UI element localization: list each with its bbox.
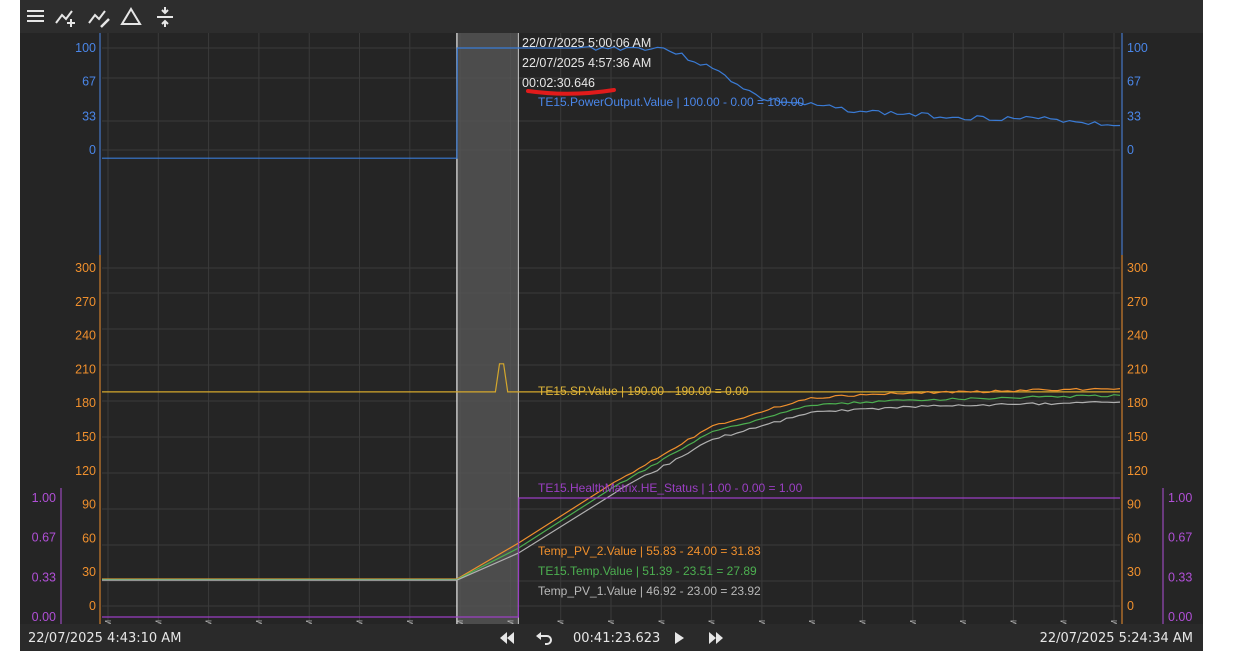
purple-tick-left: 1.00 — [32, 491, 56, 505]
blue-tick-left: 67 — [82, 75, 96, 89]
toolbar — [20, 0, 1203, 33]
orange-tick-right: 180 — [1127, 396, 1148, 410]
orange-tick-right: 0 — [1127, 599, 1134, 613]
orange-tick-left: 300 — [75, 261, 96, 275]
cursor-time-start: 22/07/2025 4:57:36 AM — [522, 56, 651, 70]
blue-tick-left: 100 — [75, 41, 96, 55]
range-end-time: 22/07/2025 5:24:34 AM — [1039, 631, 1193, 646]
blue-tick-right: 100 — [1127, 41, 1148, 55]
cursor-time-end: 22/07/2025 5:00:06 AM — [522, 36, 651, 50]
purple-tick-left: 0.33 — [32, 571, 56, 585]
range-start-time: 22/07/2025 4:43:10 AM — [28, 631, 182, 646]
orange-tick-right: 60 — [1127, 531, 1141, 545]
cursor-selection-band[interactable] — [456, 33, 519, 624]
menu-icon[interactable] — [24, 5, 48, 29]
trend-chart[interactable]: 100 10067 6733 330 0300 300270 270240 240210 210… — [20, 33, 1203, 624]
label-setpoint: TE15.SP.Value | 190.00 - 190.00 = 0.00 — [538, 384, 749, 398]
orange-tick-left: 30 — [82, 565, 96, 579]
blue-tick-right: 67 — [1127, 75, 1141, 89]
orange-tick-right: 240 — [1127, 329, 1148, 343]
time-span: 00:41:23.623 — [573, 631, 661, 646]
blue-tick-left: 0 — [89, 143, 96, 157]
purple-tick-right: 0.00 — [1168, 610, 1192, 624]
orange-tick-right: 90 — [1127, 498, 1141, 512]
purple-tick-right: 1.00 — [1168, 491, 1192, 505]
purple-tick-left: 0.67 — [32, 530, 56, 544]
cursor-duration: 00:02:30.646 — [522, 76, 595, 90]
label-power: TE15.PowerOutput.Value | 100.00 - 0.00 =… — [538, 95, 804, 109]
orange-tick-right: 300 — [1127, 261, 1148, 275]
orange-tick-right: 30 — [1127, 565, 1141, 579]
label-health: TE15.HealthMatrix.HE_Status | 1.00 - 0.0… — [538, 481, 803, 495]
orange-tick-right: 150 — [1127, 430, 1148, 444]
orange-tick-left: 60 — [82, 531, 96, 545]
orange-tick-left: 150 — [75, 430, 96, 444]
purple-tick-right: 0.33 — [1168, 571, 1192, 585]
purple-tick-right: 0.67 — [1168, 530, 1192, 544]
time-navigation-bar: 22/07/2025 4:43:10 AM 00:41:23.623 22/07… — [20, 624, 1203, 651]
orange-tick-left: 180 — [75, 396, 96, 410]
trend-viewer: 100 100 67 67 33 33 0 0 300 300 270 270 240 240 210 210… — [20, 0, 1203, 651]
label-temp-pv1: Temp_PV_1.Value | 46.92 - 23.00 = 23.92 — [538, 584, 761, 598]
split-axes-icon[interactable] — [153, 5, 177, 29]
orange-tick-left: 0 — [89, 599, 96, 613]
orange-tick-right: 270 — [1127, 295, 1148, 309]
red-annotation-underline — [526, 88, 616, 96]
add-trend-icon[interactable] — [54, 5, 78, 29]
blue-tick-right: 33 — [1127, 109, 1141, 123]
play-icon[interactable] — [668, 628, 690, 648]
page-margin-left — [0, 0, 20, 651]
orange-tick-right: 210 — [1127, 362, 1148, 376]
delta-icon[interactable] — [119, 5, 143, 29]
orange-tick-left: 90 — [82, 498, 96, 512]
orange-tick-left: 120 — [75, 464, 96, 478]
blue-tick-left: 33 — [82, 109, 96, 123]
label-te15-temp: TE15.Temp.Value | 51.39 - 23.51 = 27.89 — [538, 564, 757, 578]
edit-trend-icon[interactable] — [87, 5, 111, 29]
orange-tick-left: 270 — [75, 295, 96, 309]
label-temp-pv2: Temp_PV_2.Value | 55.83 - 24.00 = 31.83 — [538, 544, 761, 558]
axes: 100 10067 6733 330 0300 300270 270240 240210 210… — [32, 41, 1193, 624]
orange-tick-right: 120 — [1127, 464, 1148, 478]
orange-tick-left: 210 — [75, 362, 96, 376]
grid — [60, 33, 1164, 624]
undo-icon[interactable] — [533, 628, 555, 648]
purple-tick-left: 0.00 — [32, 610, 56, 624]
orange-tick-left: 240 — [75, 329, 96, 343]
blue-tick-right: 0 — [1127, 143, 1134, 157]
page-margin-right — [1203, 0, 1249, 651]
fast-forward-icon[interactable] — [705, 628, 727, 648]
rewind-icon[interactable] — [496, 628, 518, 648]
